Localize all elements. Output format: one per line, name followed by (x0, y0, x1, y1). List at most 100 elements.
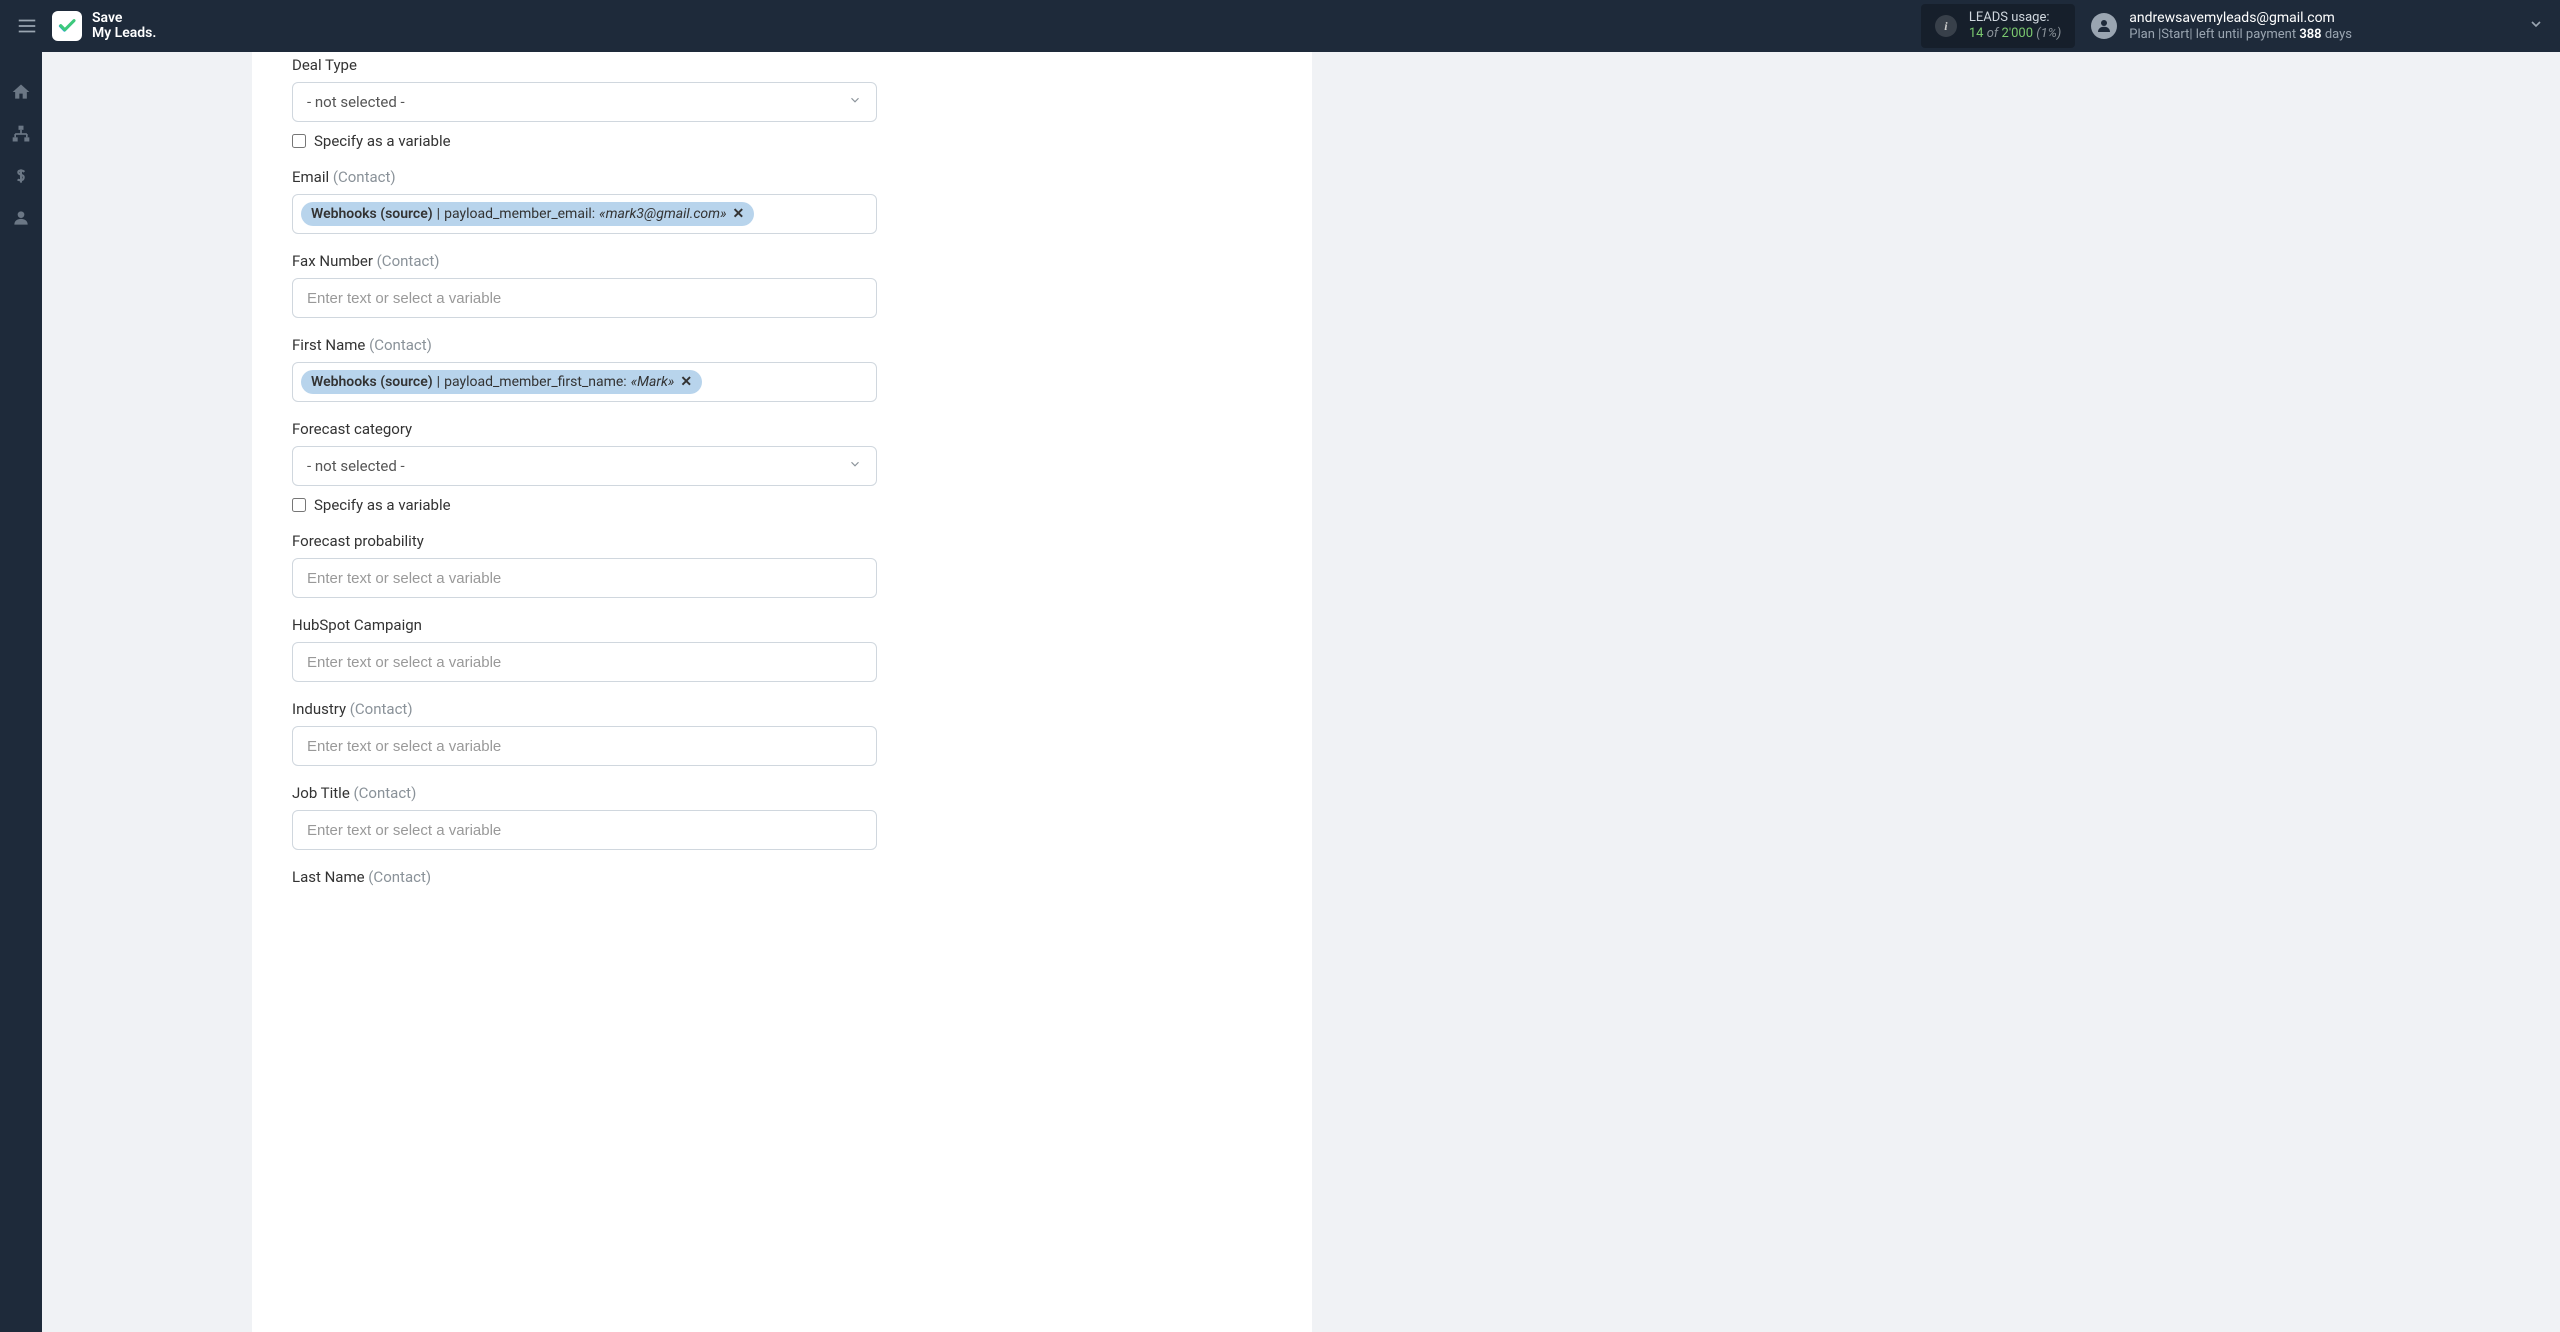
leads-percent: (1%) (2036, 26, 2061, 41)
checkbox-label-deal-type: Specify as a variable (314, 132, 451, 150)
leads-usage-values: 14 of 2'000 (1%) (1969, 26, 2061, 42)
field-industry: Industry (Contact) (292, 700, 1272, 766)
header-left: Save My Leads. (16, 11, 156, 42)
tag-email-close-icon[interactable]: ✕ (733, 206, 745, 222)
field-forecast-category: Forecast category - not selected - Speci… (292, 420, 1272, 514)
label-industry-text: Industry (292, 700, 350, 718)
checkbox-forecast-category-variable[interactable] (292, 498, 306, 512)
label-last-name: Last Name (Contact) (292, 868, 1272, 886)
checkbox-label-forecast-category: Specify as a variable (314, 496, 451, 514)
sidebar (0, 52, 42, 1332)
label-deal-type: Deal Type (292, 56, 1272, 74)
leads-total: 2'000 (2002, 26, 2034, 41)
leads-usage-text: LEADS usage: 14 of 2'000 (1%) (1969, 10, 2061, 41)
label-job-title: Job Title (Contact) (292, 784, 1272, 802)
field-job-title: Job Title (Contact) (292, 784, 1272, 850)
label-lname-sub: (Contact) (368, 868, 431, 886)
logo-line2: My Leads. (92, 26, 156, 41)
tag-first-name: Webhooks (source) | payload_member_first… (301, 370, 702, 394)
sidebar-item-account[interactable] (11, 208, 31, 228)
input-forecast-probability[interactable] (292, 558, 877, 598)
input-fax-number[interactable] (292, 278, 877, 318)
field-hubspot-campaign: HubSpot Campaign (292, 616, 1272, 682)
tag-email-field: payload_member_email: (444, 206, 595, 222)
label-fax-number: Fax Number (Contact) (292, 252, 1272, 270)
input-fax-number-field[interactable] (301, 284, 868, 313)
tag-fname-source: Webhooks (source) (311, 374, 433, 390)
checkbox-deal-type-variable[interactable] (292, 134, 306, 148)
select-deal-type-value: - not selected - (307, 93, 405, 111)
plan-suffix: days (2322, 27, 2352, 42)
label-email-text: Email (292, 168, 333, 186)
sidebar-item-home[interactable] (11, 82, 31, 102)
user-email: andrewsavemyleads@gmail.com (2129, 10, 2352, 27)
input-industry[interactable] (292, 726, 877, 766)
tag-fname-close-icon[interactable]: ✕ (680, 374, 692, 390)
select-deal-type[interactable]: - not selected - (292, 82, 877, 122)
leads-used: 14 (1969, 26, 1984, 41)
label-email: Email (Contact) (292, 168, 1272, 186)
input-industry-field[interactable] (301, 732, 868, 761)
checkbox-row-deal-type: Specify as a variable (292, 132, 1272, 150)
label-forecast-probability: Forecast probability (292, 532, 1272, 550)
label-email-sub: (Contact) (333, 168, 396, 186)
leads-usage[interactable]: i LEADS usage: 14 of 2'000 (1%) (1921, 4, 2075, 47)
logo-icon (52, 11, 82, 41)
field-deal-type: Deal Type - not selected - Specify as a … (292, 56, 1272, 150)
chevron-down-icon (848, 457, 862, 475)
tag-sep: | (437, 374, 440, 390)
user-info: andrewsavemyleads@gmail.com Plan |Start|… (2129, 10, 2352, 42)
user-plan: Plan |Start| left until payment 388 days (2129, 27, 2352, 43)
chevron-down-icon[interactable] (2528, 16, 2544, 36)
field-email: Email (Contact) Webhooks (source) | payl… (292, 168, 1272, 234)
logo[interactable]: Save My Leads. (52, 11, 156, 42)
label-first-name: First Name (Contact) (292, 336, 1272, 354)
content-panel: Deal Type - not selected - Specify as a … (252, 52, 1312, 1332)
input-email[interactable]: Webhooks (source) | payload_member_email… (292, 194, 877, 234)
label-fname-text: First Name (292, 336, 369, 354)
tag-sep: | (437, 206, 440, 222)
field-first-name: First Name (Contact) Webhooks (source) |… (292, 336, 1272, 402)
info-icon: i (1935, 15, 1957, 37)
label-fname-sub: (Contact) (369, 336, 432, 354)
tag-email: Webhooks (source) | payload_member_email… (301, 202, 754, 226)
label-hubspot-campaign: HubSpot Campaign (292, 616, 1272, 634)
checkbox-row-forecast-category: Specify as a variable (292, 496, 1272, 514)
user-block[interactable]: andrewsavemyleads@gmail.com Plan |Start|… (2091, 10, 2352, 42)
tag-email-source: Webhooks (source) (311, 206, 433, 222)
header-right: i LEADS usage: 14 of 2'000 (1%) andrewsa… (1921, 4, 2544, 47)
sidebar-item-billing[interactable] (11, 166, 31, 186)
label-industry: Industry (Contact) (292, 700, 1272, 718)
leads-of: of (1987, 26, 1999, 41)
tag-fname-value: «Mark» (631, 374, 675, 390)
menu-icon[interactable] (16, 15, 38, 37)
input-forecast-probability-field[interactable] (301, 564, 868, 593)
input-job-title[interactable] (292, 810, 877, 850)
label-fax-text: Fax Number (292, 252, 377, 270)
logo-line1: Save (92, 11, 156, 26)
input-hubspot-campaign-field[interactable] (301, 648, 868, 677)
chevron-down-icon (848, 93, 862, 111)
label-industry-sub: (Contact) (350, 700, 413, 718)
label-forecast-category: Forecast category (292, 420, 1272, 438)
select-forecast-category-value: - not selected - (307, 457, 405, 475)
input-hubspot-campaign[interactable] (292, 642, 877, 682)
label-fax-sub: (Contact) (377, 252, 440, 270)
tag-fname-field: payload_member_first_name: (444, 374, 627, 390)
user-avatar-icon (2091, 13, 2117, 39)
main: Deal Type - not selected - Specify as a … (42, 52, 2560, 1332)
label-lname-text: Last Name (292, 868, 368, 886)
logo-text: Save My Leads. (92, 11, 156, 42)
layout: Deal Type - not selected - Specify as a … (0, 52, 2560, 1332)
leads-usage-label: LEADS usage: (1969, 10, 2061, 26)
plan-days: 388 (2299, 27, 2321, 42)
label-jobtitle-text: Job Title (292, 784, 354, 802)
input-job-title-field[interactable] (301, 816, 868, 845)
field-forecast-probability: Forecast probability (292, 532, 1272, 598)
input-first-name[interactable]: Webhooks (source) | payload_member_first… (292, 362, 877, 402)
label-jobtitle-sub: (Contact) (354, 784, 417, 802)
select-forecast-category[interactable]: - not selected - (292, 446, 877, 486)
field-fax-number: Fax Number (Contact) (292, 252, 1272, 318)
sidebar-item-sitemap[interactable] (11, 124, 31, 144)
field-last-name: Last Name (Contact) (292, 868, 1272, 886)
